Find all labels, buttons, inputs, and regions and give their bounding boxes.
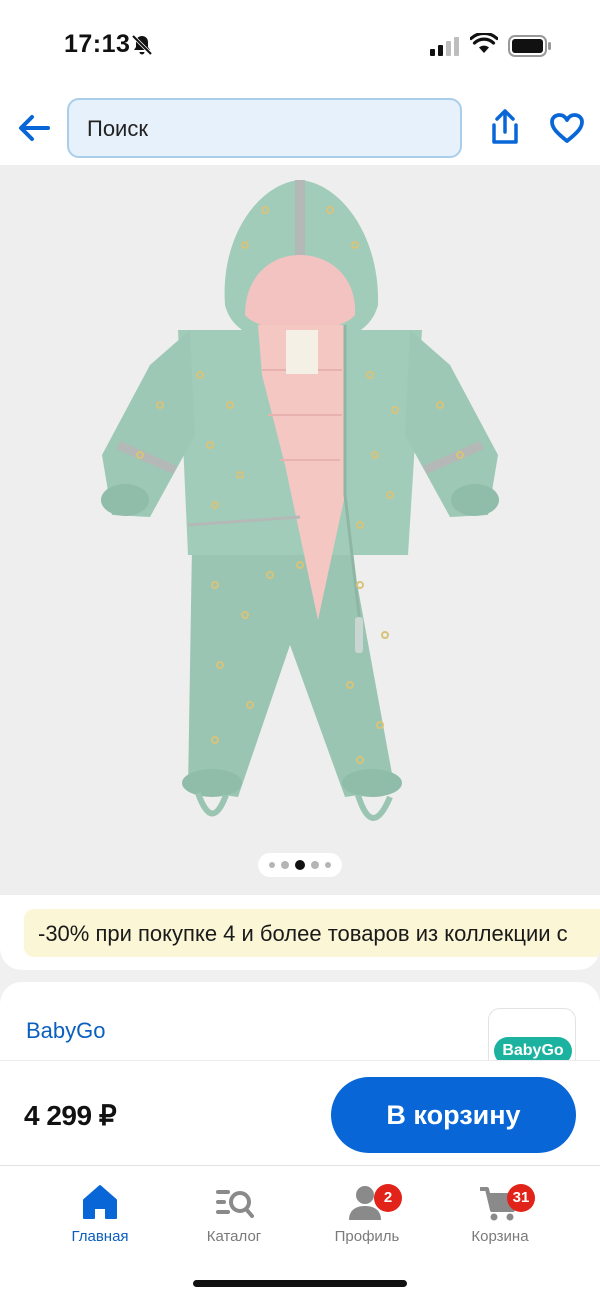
gallery-pagination[interactable] [258,853,342,877]
tab-label: Главная [71,1228,129,1245]
status-time: 17:13 [64,30,131,58]
pagination-dot[interactable] [325,862,331,868]
home-indicator [193,1280,407,1287]
promo-banner[interactable]: -30% при покупке 4 и более товаров из ко… [24,909,600,957]
tab-bar: Главная Каталог 2 Профиль 31 Корзина [0,1166,600,1300]
header: Поиск [0,90,600,165]
tab-catalog[interactable]: Каталог [179,1182,289,1252]
add-to-cart-button[interactable]: В корзину [331,1077,576,1153]
tab-label: Профиль [334,1228,400,1245]
promo-text: -30% при покупке 4 и более товаров из ко… [38,921,568,946]
product-image-snowsuit [101,180,499,821]
status-bar: 17:13 [0,0,600,90]
back-arrow-icon[interactable] [16,110,52,146]
tab-label: Корзина [471,1228,529,1245]
pagination-dot[interactable] [311,861,319,869]
wifi-icon [470,33,498,53]
tab-home[interactable]: Главная [45,1182,155,1252]
promo-section: -30% при покупке 4 и более товаров из ко… [0,895,600,970]
cellular-signal-icon [430,37,459,56]
tab-label: Каталог [206,1228,262,1245]
brand-card: BabyGo BabyGo [0,982,600,1072]
search-placeholder: Поиск [87,116,148,141]
pagination-dot-active[interactable] [295,860,305,870]
brand-link[interactable]: BabyGo [26,1018,106,1044]
tab-cart[interactable]: 31 Корзина [445,1182,555,1252]
favorite-heart-icon[interactable] [549,112,585,144]
bell-muted-icon [131,34,153,56]
buy-bar: 4 299 ₽ В корзину [0,1060,600,1166]
product-gallery[interactable] [0,165,600,895]
home-icon [83,1185,117,1219]
share-icon[interactable] [488,108,522,146]
cart-badge: 31 [507,1184,535,1212]
search-input[interactable]: Поиск [67,98,462,158]
catalog-icon [216,1190,254,1218]
product-price: 4 299 ₽ [24,1100,117,1131]
pagination-dot[interactable] [281,861,289,869]
pagination-dot[interactable] [269,862,275,868]
tab-profile[interactable]: 2 Профиль [312,1182,422,1252]
profile-badge: 2 [374,1184,402,1212]
battery-icon [508,35,551,57]
